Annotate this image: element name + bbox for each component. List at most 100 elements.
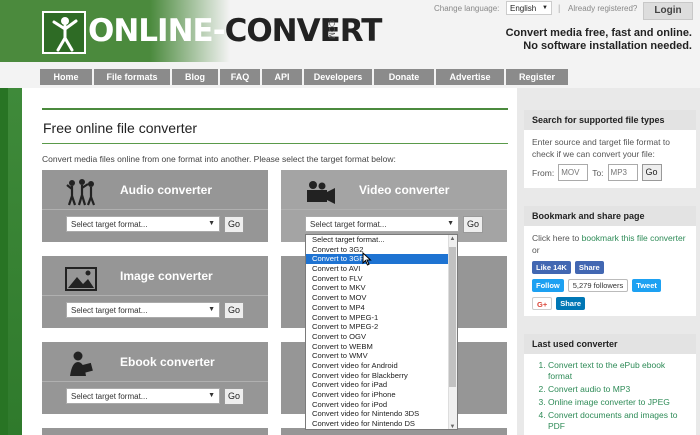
nav-faq[interactable]: FAQ — [220, 69, 260, 85]
dropdown-options: Select target format... Convert to 3G2 Con… — [306, 235, 457, 429]
dropdown-option[interactable]: Convert to MKV — [306, 283, 457, 293]
image-converter-card: Image converter Select target format... … — [42, 256, 268, 328]
gplus-linkedin-row: G+ Share — [532, 297, 688, 310]
image-format-select[interactable]: Select target format... ▼ — [66, 302, 220, 318]
to-label: To: — [592, 167, 604, 178]
ebook-go-button[interactable]: Go — [224, 388, 244, 405]
from-label: From: — [532, 167, 555, 178]
nav-home[interactable]: Home — [40, 69, 92, 85]
logo-icon[interactable] — [42, 11, 86, 54]
last-used-item[interactable]: Convert text to the ePub ebook format — [548, 360, 688, 382]
dropdown-option[interactable]: Convert to MOV — [306, 293, 457, 303]
mouse-cursor-icon — [362, 252, 372, 266]
bookmark-share-box: Bookmark and share page Click here to bo… — [524, 206, 696, 316]
dropdown-option[interactable]: Convert to 3GP — [306, 254, 457, 265]
dropdown-option[interactable]: Convert video for Android — [306, 361, 457, 371]
twitter-follow-button[interactable]: Follow — [532, 279, 564, 292]
last-used-title: Last used converter — [524, 334, 696, 354]
logo-com: .COM — [327, 18, 336, 39]
image-icon — [65, 267, 97, 291]
nav-donate[interactable]: Donate — [374, 69, 434, 85]
bookmark-text-after: or — [532, 245, 540, 255]
language-select[interactable]: English ▼ — [506, 1, 552, 15]
dropdown-option[interactable]: Convert video for iPhone — [306, 390, 457, 400]
dropdown-option[interactable]: Convert to AVI — [306, 264, 457, 274]
nav-blog[interactable]: Blog — [172, 69, 218, 85]
scrollbar-thumb[interactable] — [449, 247, 456, 387]
nav-advertise[interactable]: Advertise — [436, 69, 504, 85]
audio-converter-card: Audio converter Select target format... … — [42, 170, 268, 242]
dropdown-option[interactable]: Convert to WMV — [306, 351, 457, 361]
tagline: Convert media free, fast and online. No … — [506, 27, 692, 53]
dropdown-option[interactable]: Convert to OGV — [306, 332, 457, 342]
tagline-line-2: No software installation needed. — [523, 40, 692, 52]
dropdown-option[interactable]: Convert to MPEG-2 — [306, 322, 457, 332]
image-go-button[interactable]: Go — [224, 302, 244, 319]
dropdown-option[interactable]: Convert video for Blackberry — [306, 371, 457, 381]
chevron-down-icon: ▼ — [542, 5, 548, 11]
linkedin-share-button[interactable]: Share — [556, 297, 586, 310]
twitter-followers-count: 5,279 followers — [567, 279, 629, 292]
nav-developers[interactable]: Developers — [304, 69, 372, 85]
ebook-select-placeholder: Select target format... — [71, 392, 148, 401]
last-used-item[interactable]: Convert audio to MP3 — [548, 384, 688, 395]
page-title: Free online file converter — [43, 120, 198, 136]
video-converter-title: Video converter — [359, 183, 450, 197]
dropdown-option[interactable]: Convert video for iPod — [306, 400, 457, 410]
last-used-item[interactable]: Online image converter to JPEG — [548, 397, 688, 408]
bookmark-text: Click here to bookmark this file convert… — [532, 232, 688, 256]
chevron-down-icon: ▼ — [447, 220, 454, 227]
dropdown-option[interactable]: Convert video for Nintendo 3DS — [306, 409, 457, 419]
nav-file-formats[interactable]: File formats — [94, 69, 170, 85]
video-format-select[interactable]: Select target format... ▼ — [305, 216, 459, 232]
dropdown-option[interactable]: Convert to FLV — [306, 274, 457, 284]
page-description: Convert media files online from one form… — [42, 154, 396, 164]
scroll-up-icon[interactable]: ▲ — [449, 236, 456, 242]
dropdown-option[interactable]: Convert to MP4 — [306, 303, 457, 313]
tweet-button[interactable]: Tweet — [632, 279, 661, 292]
chevron-down-icon: ▼ — [208, 220, 215, 227]
nav-register[interactable]: Register — [506, 69, 568, 85]
ebook-converter-title: Ebook converter — [120, 355, 215, 369]
change-language-label: Change language: — [434, 4, 500, 13]
format-search-go-button[interactable]: Go — [641, 164, 662, 181]
video-converter-card: Video converter Select target format... … — [281, 170, 507, 242]
dropdown-option[interactable]: Convert video for Nintendo DS — [306, 419, 457, 429]
facebook-row: Like 14K Share — [532, 261, 688, 274]
header-separator: | — [558, 3, 561, 13]
ebook-format-select[interactable]: Select target format... ▼ — [66, 388, 220, 404]
search-box-text: Enter source and target file format to c… — [532, 137, 670, 159]
login-button[interactable]: Login — [643, 2, 693, 20]
video-go-button[interactable]: Go — [463, 216, 483, 233]
card-divider — [281, 209, 507, 210]
search-box-body: Enter source and target file format to c… — [524, 130, 696, 187]
already-registered-text: Already registered? — [568, 4, 638, 13]
dropdown-option[interactable]: Convert video for iPad — [306, 380, 457, 390]
nav-api[interactable]: API — [262, 69, 302, 85]
last-used-item[interactable]: Convert documents and images to PDF — [548, 410, 688, 432]
twitter-row: Follow 5,279 followers Tweet — [532, 279, 688, 292]
dropdown-option[interactable]: Convert to 3G2 — [306, 245, 457, 255]
dropdown-scrollbar[interactable]: ▲ ▼ — [448, 235, 457, 429]
facebook-like-button[interactable]: Like 14K — [532, 261, 571, 274]
card-divider — [42, 209, 268, 210]
video-format-dropdown-list[interactable]: Select target format... Convert to 3G2 Con… — [305, 234, 458, 430]
scroll-down-icon[interactable]: ▼ — [449, 424, 456, 429]
main-nav: Home File formats Blog FAQ API Developer… — [40, 69, 568, 85]
to-format-input[interactable] — [607, 164, 638, 181]
logo-text[interactable]: ONLINE-CONVERT — [88, 13, 382, 49]
dropdown-option[interactable]: Select target format... — [306, 235, 457, 245]
facebook-share-button[interactable]: Share — [574, 261, 604, 274]
bookmark-link[interactable]: bookmark this file converter — [582, 233, 686, 243]
audio-format-select[interactable]: Select target format... ▼ — [66, 216, 220, 232]
dropdown-option[interactable]: Convert to MPEG-1 — [306, 313, 457, 323]
video-select-placeholder: Select target format... — [310, 220, 387, 229]
language-value: English — [510, 4, 537, 13]
google-plus-button[interactable]: G+ — [532, 297, 553, 310]
video-camera-icon — [307, 181, 335, 204]
dropdown-option[interactable]: Convert to WEBM — [306, 342, 457, 352]
card-divider — [42, 381, 268, 382]
from-format-input[interactable] — [558, 164, 589, 181]
audio-go-button[interactable]: Go — [224, 216, 244, 233]
title-divider — [42, 143, 508, 144]
